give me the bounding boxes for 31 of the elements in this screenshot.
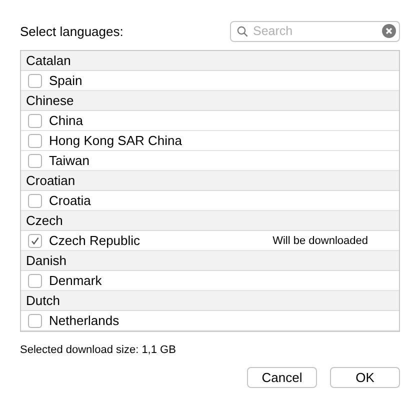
checkbox[interactable] <box>28 74 42 88</box>
checkbox[interactable] <box>28 274 42 288</box>
checkbox[interactable] <box>28 134 42 148</box>
checkbox[interactable] <box>28 234 42 248</box>
status-text: Will be downloaded <box>272 234 368 246</box>
region-label: Czech Republic <box>49 233 140 248</box>
dialog-title: Select languages: <box>20 24 124 38</box>
dialog-button[interactable]: OK <box>330 367 400 388</box>
checkmark-icon <box>30 236 40 246</box>
region-label: Croatia <box>49 193 91 208</box>
download-size-text: Selected download size: 1,1 GB <box>20 344 177 356</box>
checkbox[interactable] <box>28 194 42 208</box>
region-label: Hong Kong SAR China <box>49 133 182 148</box>
clear-icon[interactable] <box>382 24 396 38</box>
dialog-button[interactable]: Cancel <box>247 367 317 388</box>
region-label: Netherlands <box>49 313 120 328</box>
search-icon <box>237 26 248 36</box>
group-header: Czech <box>21 211 399 231</box>
checkbox[interactable] <box>28 114 42 128</box>
group-header: Dutch <box>21 291 399 311</box>
checkbox[interactable] <box>28 314 42 328</box>
group-header: Danish <box>21 251 399 271</box>
region-label: China <box>49 113 83 128</box>
checkbox[interactable] <box>28 154 42 168</box>
region-label: Denmark <box>49 273 102 288</box>
region-label: Taiwan <box>49 153 90 168</box>
group-header: Catalan <box>21 51 399 71</box>
search-field[interactable]: Search <box>230 20 400 42</box>
group-header: Chinese <box>21 91 399 111</box>
region-label: Spain <box>49 73 82 88</box>
group-header: Croatian <box>21 171 399 191</box>
